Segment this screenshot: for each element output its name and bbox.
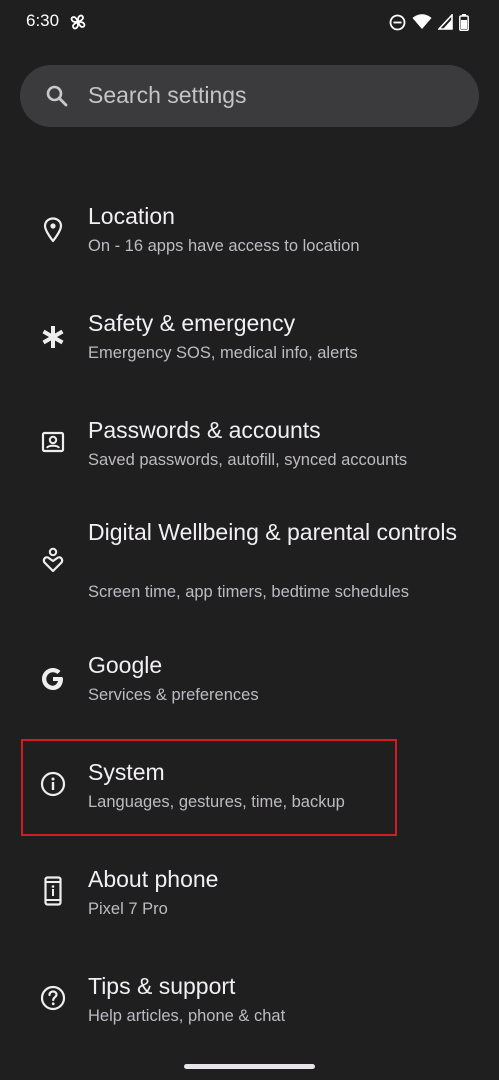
setting-subtitle: Emergency SOS, medical info, alerts [88,344,358,362]
setting-subtitle: Pixel 7 Pro [88,900,168,918]
wellbeing-icon [38,545,68,575]
setting-item-passwords-accounts[interactable]: Passwords & accounts Saved passwords, au… [0,409,499,489]
settings-list: Location On - 16 apps have access to loc… [0,0,499,1080]
setting-subtitle: Services & preferences [88,686,259,704]
setting-item-system[interactable]: System Languages, gestures, time, backup [0,751,499,831]
setting-title: Google [88,652,163,678]
google-g-icon [38,664,68,694]
setting-item-safety-emergency[interactable]: Safety & emergency Emergency SOS, medica… [0,302,499,382]
phone-info-icon [38,876,68,906]
setting-subtitle: Saved passwords, autofill, synced accoun… [88,451,408,469]
setting-item-digital-wellbeing[interactable]: Digital Wellbeing & parental controls Sc… [0,512,499,612]
setting-title: About phone [88,866,219,892]
setting-title: Passwords & accounts [88,417,321,443]
setting-subtitle: Help articles, phone & chat [88,1007,286,1025]
setting-subtitle: Languages, gestures, time, backup [88,793,345,811]
setting-title: Safety & emergency [88,310,296,336]
setting-item-about-phone[interactable]: About phone Pixel 7 Pro [0,858,499,938]
setting-subtitle: Screen time, app timers, bedtime schedul… [88,583,409,601]
location-pin-icon [38,215,68,245]
setting-item-google[interactable]: Google Services & preferences [0,644,499,724]
setting-subtitle: On - 16 apps have access to location [88,237,360,255]
home-indicator[interactable] [184,1064,315,1069]
setting-title: Digital Wellbeing & parental controls [88,519,458,545]
asterisk-icon [38,322,68,352]
setting-title: Tips & support [88,973,236,999]
setting-item-tips-support[interactable]: Tips & support Help articles, phone & ch… [0,965,499,1045]
setting-item-location[interactable]: Location On - 16 apps have access to loc… [0,195,499,275]
account-box-icon [38,427,68,457]
setting-title: Location [88,203,175,229]
setting-title: System [88,759,165,785]
info-icon [38,769,68,799]
help-icon [38,983,68,1013]
